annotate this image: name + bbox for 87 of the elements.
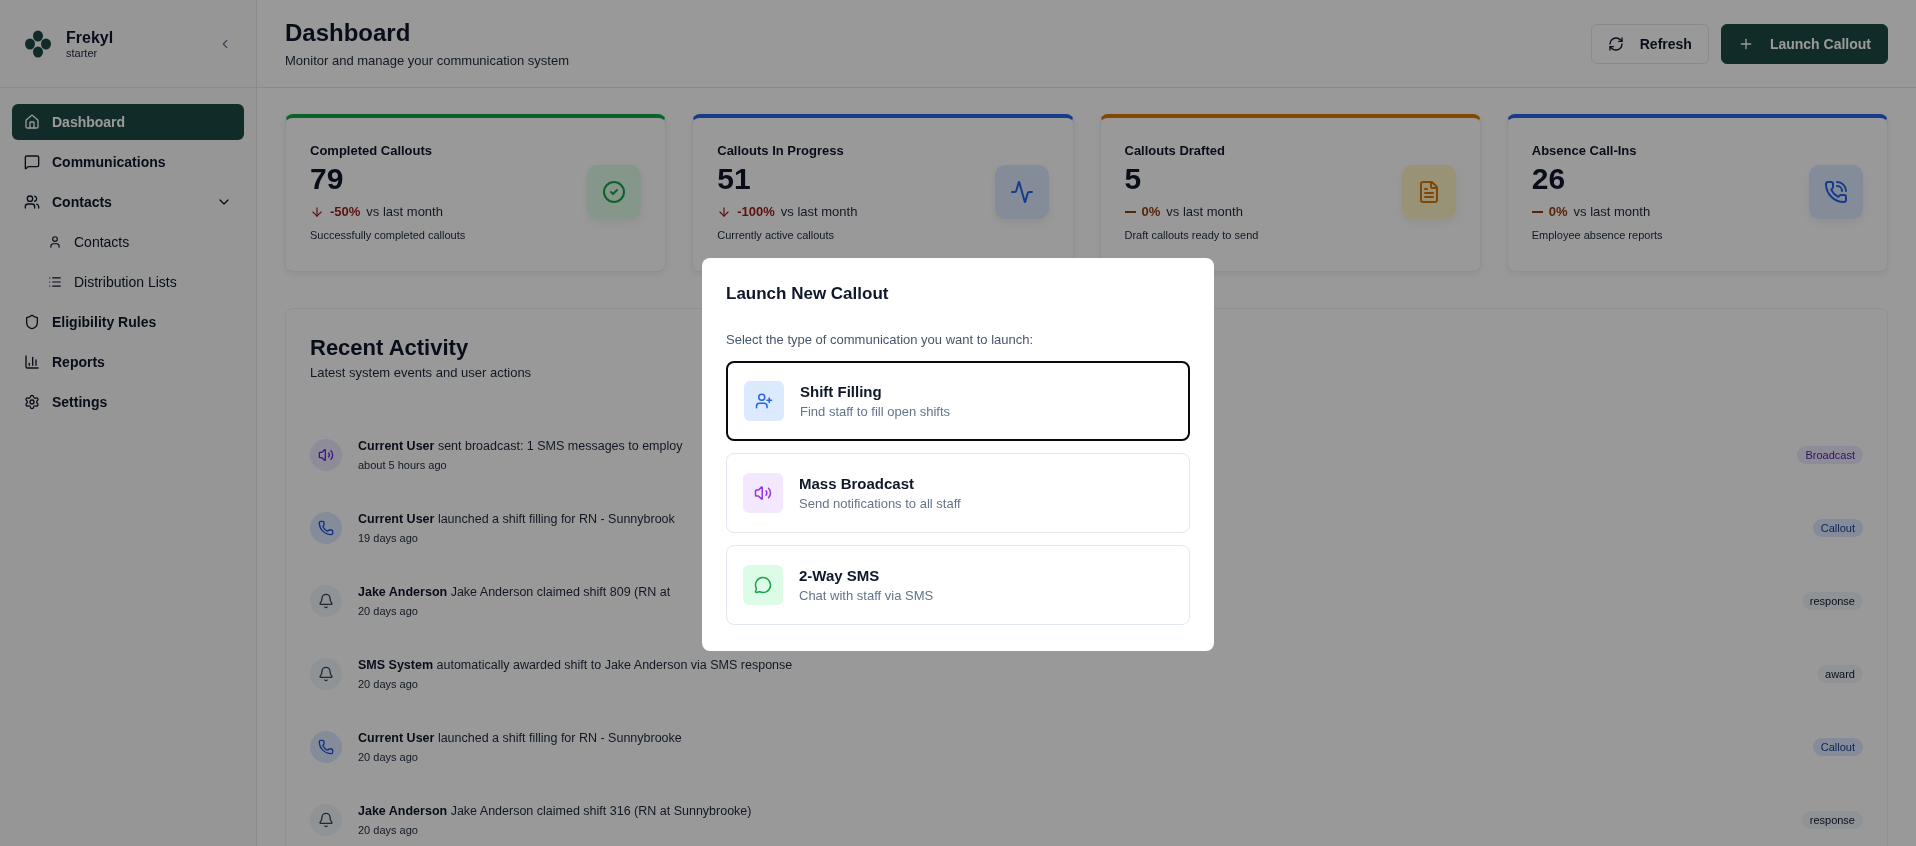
pulse-icon [1009, 180, 1034, 204]
nav-item[interactable]: Contacts [12, 184, 244, 220]
option-subtitle: Find staff to fill open shifts [800, 404, 951, 419]
dialog-description: Select the type of communication you want to launch: [726, 332, 1034, 347]
bar-chart-icon [24, 354, 40, 370]
phone-call-icon [1824, 180, 1848, 204]
check-circle-icon [602, 180, 627, 204]
stat-change: 0% [1548, 204, 1568, 219]
users-icon [24, 194, 40, 210]
activity-tag: award [1817, 664, 1863, 683]
speaker-icon [754, 484, 772, 502]
activity-text: Jake Anderson Jake Anderson claimed shift 316 (RN at Sunnybrooke) [358, 803, 752, 818]
nav-item[interactable]: Dashboard [12, 104, 244, 140]
activity-time: 20 days ago [358, 604, 418, 617]
stat-value: 79 [310, 162, 344, 196]
activity-tag: Callout [1812, 737, 1863, 756]
nav-subitem[interactable]: Distribution Lists [12, 264, 244, 300]
activity-text: Current User launched a shift filling for RN - Sunnybrook [358, 511, 675, 526]
user-icon [48, 235, 62, 249]
option-title: Mass Broadcast [799, 475, 915, 492]
section-title: Recent Activity [310, 335, 469, 361]
stat-title: Absence Call-Ins [1531, 143, 1637, 158]
stat-value: 5 [1124, 162, 1142, 196]
callout-type-option[interactable]: Shift Filling Find staff to fill open shifts [726, 361, 1190, 441]
bell-icon [318, 665, 334, 682]
brand-name: Frekyl [66, 28, 114, 47]
activity-tag: response [1801, 810, 1863, 829]
nav-item[interactable]: Eligibility Rules [12, 304, 244, 340]
activity-time: 20 days ago [358, 677, 418, 690]
logo-icon [24, 29, 52, 58]
stat-change: 0% [1141, 204, 1161, 219]
phone-icon [318, 519, 334, 536]
stat-compare: vs last month [780, 204, 858, 219]
bell-icon [318, 811, 334, 828]
phone-icon [318, 738, 334, 755]
stat-note: Currently active callouts [717, 229, 835, 241]
stat-title: Callouts In Progress [717, 143, 844, 158]
stat-change: -50% [330, 204, 361, 219]
activity-text: Current User sent broadcast: 1 SMS messages to employ [358, 438, 683, 453]
stat-title: Callouts Drafted [1124, 143, 1225, 158]
stat-compare: vs last month [1573, 204, 1651, 219]
launch-button[interactable]: Launch Callout [1720, 23, 1888, 64]
stat-value: 26 [1531, 162, 1566, 196]
nav-subitem[interactable]: Contacts [12, 224, 244, 260]
activity-tag: Broadcast [1797, 445, 1863, 464]
activity-tag: response [1801, 591, 1863, 610]
stat-note: Draft callouts ready to send [1124, 229, 1259, 241]
page-subtitle: Monitor and manage your communication system [285, 53, 569, 68]
option-subtitle: Send notifications to all staff [799, 496, 961, 511]
option-title: 2-Way SMS [799, 567, 880, 584]
nav-item[interactable]: Reports [12, 344, 244, 380]
list-icon [48, 275, 62, 289]
activity-time: 19 days ago [358, 531, 418, 544]
refresh-icon [1607, 35, 1624, 52]
activity-text: Jake Anderson Jake Anderson claimed shift 809 (RN at [358, 584, 671, 599]
chat-bubble-icon [754, 576, 772, 594]
callout-type-option[interactable]: 2-Way SMS Chat with staff via SMS [726, 545, 1190, 625]
home-icon [24, 114, 40, 130]
activity-text: SMS System automatically awarded shift to Jake Anderson via SMS response [358, 657, 793, 672]
activity-time: 20 days ago [358, 823, 418, 836]
activity-tag: Callout [1812, 518, 1863, 537]
refresh-button[interactable]: Refresh [1590, 23, 1709, 64]
stat-change: -100% [737, 204, 775, 219]
stat-note: Successfully completed callouts [310, 229, 466, 241]
stat-compare: vs last month [366, 204, 443, 219]
section-subtitle: Latest system events and user actions [310, 365, 532, 380]
option-title: Shift Filling [800, 383, 882, 400]
chat-icon [24, 154, 40, 170]
stat-note: Employee absence reports [1531, 229, 1663, 241]
page-title: Dashboard [285, 19, 411, 47]
bell-icon [318, 592, 334, 609]
activity-time: about 5 hours ago [358, 458, 447, 471]
nav-item[interactable]: Settings [12, 384, 244, 420]
option-subtitle: Chat with staff via SMS [799, 588, 934, 603]
settings-icon [24, 394, 40, 410]
stat-compare: vs last month [1166, 204, 1243, 219]
nav-item[interactable]: Communications [12, 144, 244, 180]
shield-icon [24, 314, 40, 330]
stat-value: 51 [717, 162, 751, 196]
activity-text: Current User launched a shift filling for RN - Sunnybrooke [358, 730, 682, 745]
plan-label: starter [66, 46, 98, 59]
stat-title: Completed Callouts [310, 143, 433, 158]
speaker-icon [318, 446, 334, 463]
callout-type-option[interactable]: Mass Broadcast Send notifications to all staff [726, 453, 1190, 533]
activity-time: 20 days ago [358, 750, 418, 763]
user-plus-icon [755, 392, 773, 410]
dialog-title: Launch New Callout [726, 284, 889, 304]
